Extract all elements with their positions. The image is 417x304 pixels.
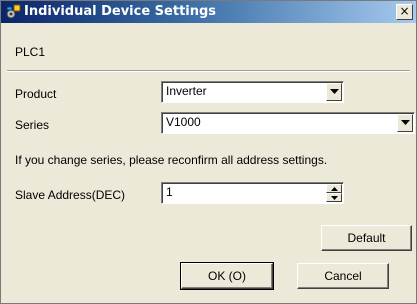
cancel-button[interactable]: Cancel xyxy=(297,263,389,289)
spin-up-icon xyxy=(331,187,338,191)
ok-button[interactable]: OK (O) xyxy=(180,262,274,290)
device-settings-dialog: Individual Device Settings × PLC1 Produc… xyxy=(0,0,417,304)
product-value: Inverter xyxy=(166,84,207,98)
default-button-label: Default xyxy=(347,231,386,245)
series-notice: If you change series, please reconfirm a… xyxy=(15,153,328,167)
product-label: Product xyxy=(15,87,57,101)
spin-down-icon xyxy=(331,196,338,200)
device-settings-icon xyxy=(5,4,21,20)
series-label: Series xyxy=(15,118,50,132)
dialog-title: Individual Device Settings xyxy=(24,4,217,19)
cancel-button-label: Cancel xyxy=(324,269,362,283)
divider-highlight xyxy=(7,71,410,72)
title-bar: Individual Device Settings × xyxy=(1,1,416,23)
close-icon: × xyxy=(399,4,410,18)
series-select[interactable]: V1000 xyxy=(161,112,415,134)
chevron-down-icon xyxy=(401,120,410,125)
product-select[interactable]: Inverter xyxy=(161,81,344,103)
slave-address-value: 1 xyxy=(166,185,173,199)
close-button[interactable]: × xyxy=(396,4,413,20)
series-dropdown-button[interactable] xyxy=(397,114,413,132)
spin-down-button[interactable] xyxy=(326,193,342,202)
product-dropdown-button[interactable] xyxy=(326,83,342,101)
spin-up-button[interactable] xyxy=(326,184,342,193)
series-value: V1000 xyxy=(166,115,201,129)
slave-address-label: Slave Address(DEC) xyxy=(15,188,126,202)
chevron-down-icon xyxy=(330,89,339,94)
slave-address-spinner xyxy=(326,184,342,202)
default-button[interactable]: Default xyxy=(321,225,412,251)
slave-address-stepper[interactable]: 1 xyxy=(161,182,344,204)
ok-button-label: OK (O) xyxy=(208,269,246,283)
device-name: PLC1 xyxy=(15,45,46,59)
